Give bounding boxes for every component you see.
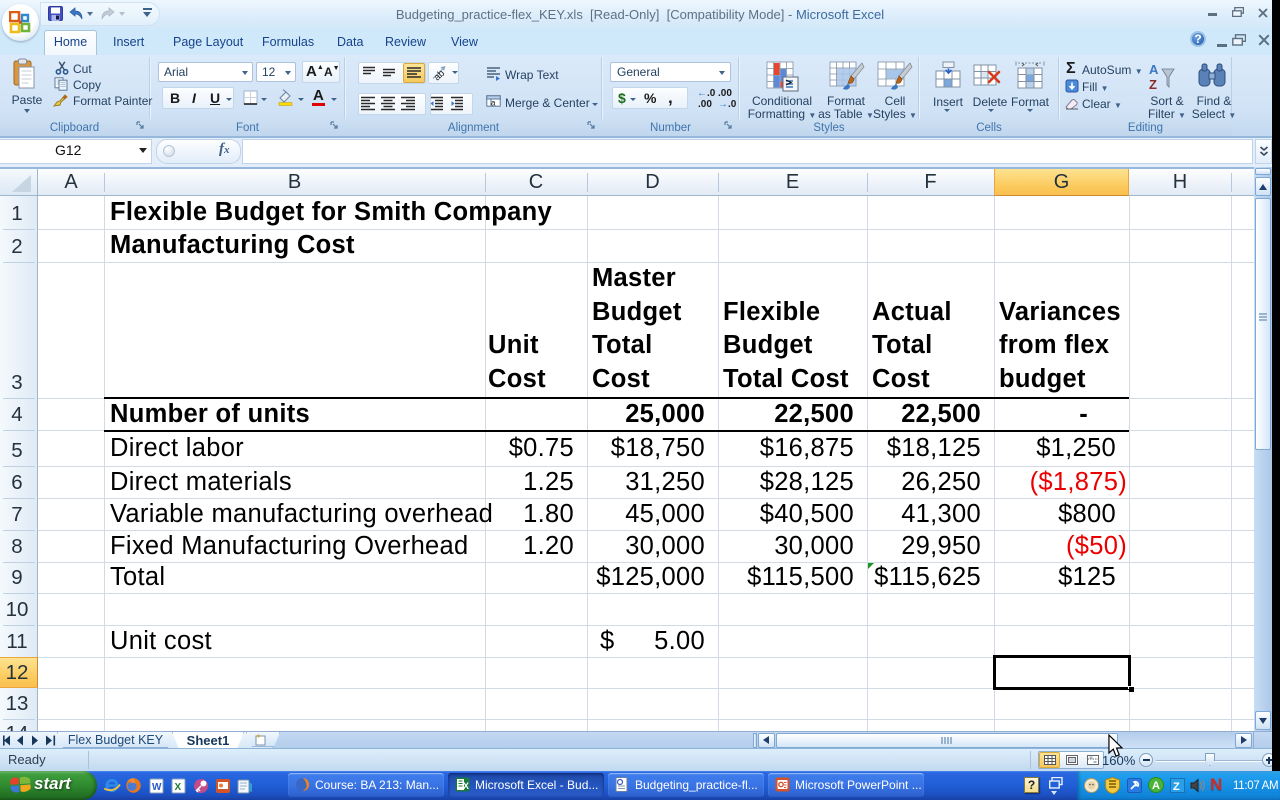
svg-text:Z: Z xyxy=(1149,77,1157,92)
svg-text:W: W xyxy=(152,782,162,793)
svg-text:A: A xyxy=(1152,780,1160,792)
svg-text:a: a xyxy=(491,99,496,108)
svg-text:ab: ab xyxy=(432,68,447,81)
svg-text:X: X xyxy=(463,781,469,791)
svg-text:Z: Z xyxy=(1173,781,1180,793)
svg-text:A: A xyxy=(1149,62,1159,77)
svg-text:X: X xyxy=(175,782,182,793)
